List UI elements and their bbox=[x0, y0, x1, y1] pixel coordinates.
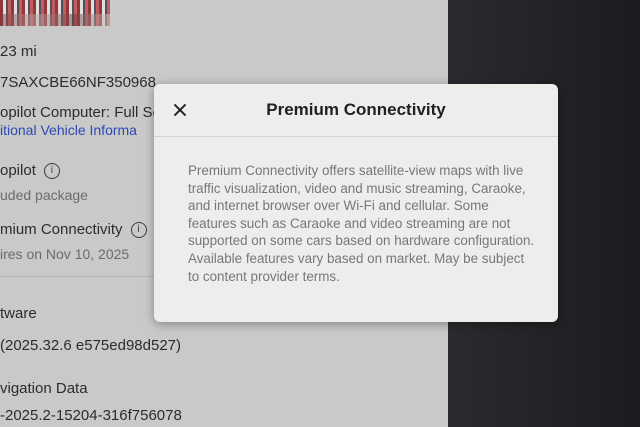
software-version[interactable]: (2025.32.6 e575ed98d527) bbox=[0, 337, 181, 354]
premium-connectivity-item[interactable]: mium Connectivity i bbox=[0, 221, 147, 239]
info-icon[interactable]: i bbox=[43, 163, 60, 180]
odometer-value: 23 mi bbox=[0, 43, 37, 60]
info-icon[interactable]: i bbox=[130, 222, 147, 239]
vehicle-thumbnail bbox=[0, 0, 110, 26]
navigation-data-label: vigation Data bbox=[0, 380, 88, 397]
autopilot-package-label: uded package bbox=[0, 187, 88, 203]
software-label: tware bbox=[0, 305, 37, 322]
premium-connectivity-label: mium Connectivity bbox=[0, 221, 123, 238]
divider bbox=[0, 276, 160, 277]
navigation-data-version: -2025.2-15204-316f756078 bbox=[0, 407, 182, 424]
premium-connectivity-dialog: Premium Connectivity Premium Connectivit… bbox=[154, 84, 558, 322]
dialog-description: Premium Connectivity offers satellite-vi… bbox=[188, 163, 535, 284]
autopilot-item[interactable]: opilot i bbox=[0, 162, 60, 180]
autopilot-label: opilot bbox=[0, 162, 36, 179]
dialog-title: Premium Connectivity bbox=[266, 100, 446, 119]
autopilot-computer-label: opilot Computer: Full Se bbox=[0, 104, 161, 121]
dialog-header: Premium Connectivity bbox=[154, 84, 558, 137]
vin-value[interactable]: 7SAXCBE66NF350968 bbox=[0, 74, 156, 91]
connectivity-expiry-label: ires on Nov 10, 2025 bbox=[0, 246, 130, 262]
additional-vehicle-info-link[interactable]: itional Vehicle Informa bbox=[0, 122, 137, 138]
